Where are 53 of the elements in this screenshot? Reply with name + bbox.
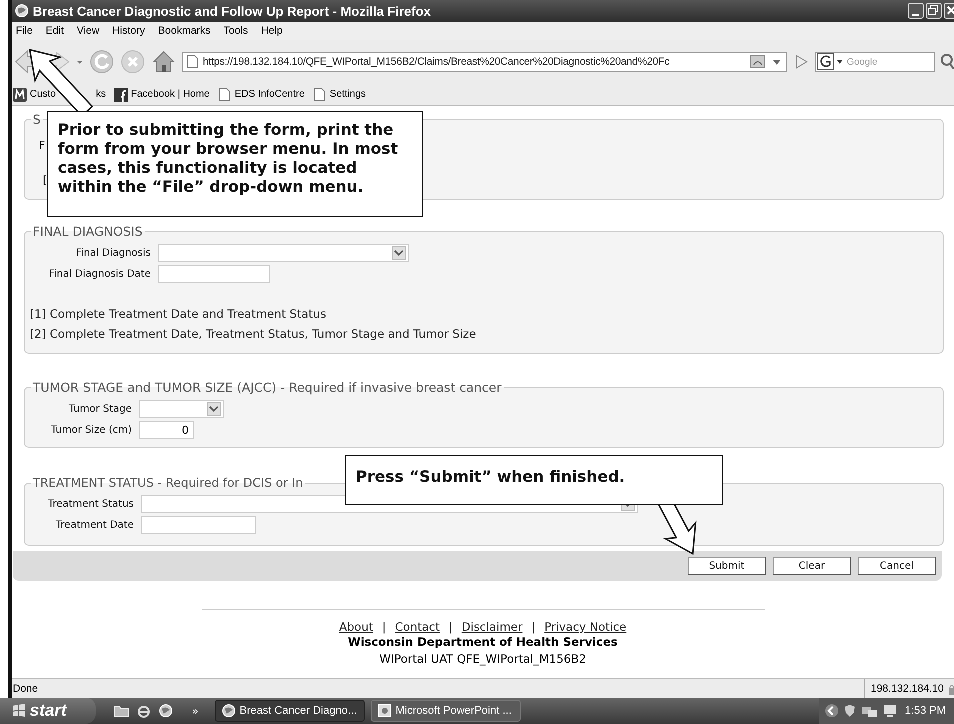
address-field[interactable]: https://198.132.184.10/QFE_WIPortal_M156B2/Claims/Breast%20Cancer%20Diagnostic%20and%20Fc bbox=[182, 52, 787, 72]
field-label: Tumor Size (cm) bbox=[50, 424, 132, 436]
note-text: [1] Complete Treatment Date and Treatment Status bbox=[30, 307, 326, 321]
footer-link[interactable]: Privacy Notice bbox=[544, 620, 627, 634]
note-text: [2] Complete Treatment Date, Treatment Status, Tumor Stage and Tumor Size bbox=[30, 327, 476, 341]
field-label: Treatment Status bbox=[47, 498, 134, 510]
search-placeholder: Google bbox=[847, 56, 878, 68]
field-label: Final Diagnosis Date bbox=[48, 268, 151, 280]
field-label: Treatment Date bbox=[55, 520, 134, 530]
instruction-tooltip: Press “Submit” when finished. bbox=[345, 455, 723, 505]
portal-version: WIPortal UAT QFE_WIPortal_M156B2 bbox=[380, 652, 586, 666]
section-legend: FINAL DIAGNOSIS bbox=[31, 224, 145, 239]
menu-item[interactable]: History bbox=[110, 25, 152, 37]
separator-text: | bbox=[532, 620, 536, 634]
menu-item[interactable]: Help bbox=[259, 25, 289, 37]
field-value: 0 bbox=[182, 424, 189, 436]
menu-item[interactable]: View bbox=[75, 25, 106, 37]
section-legend: TUMOR STAGE and TUMOR SIZE (AJCC) - Required if invasive breast cancer bbox=[31, 380, 504, 395]
footer-link[interactable]: Disclaimer bbox=[462, 620, 523, 634]
field-label: [ bbox=[43, 174, 48, 187]
separator-text: | bbox=[382, 620, 386, 634]
organization-name: Wisconsin Department of Health Services bbox=[348, 635, 618, 649]
separator-text: | bbox=[449, 620, 453, 634]
section-legend: S bbox=[31, 112, 43, 127]
more-chevron[interactable]: » bbox=[192, 704, 199, 718]
field-label: Tumor Stage bbox=[68, 404, 132, 414]
menu-item[interactable]: File bbox=[14, 25, 39, 37]
instruction-tooltip: Prior to submitting the form, print the form from your browser menu. In most cases, this functionality is located within the “File” drop-down menu. bbox=[47, 111, 423, 217]
clock-text: 1:53 PM bbox=[905, 705, 946, 717]
footer-link[interactable]: Contact bbox=[395, 620, 440, 634]
form-button[interactable]: Clear bbox=[773, 557, 851, 575]
menu-item[interactable]: Edit bbox=[44, 25, 70, 37]
taskbar-button[interactable]: Microsoft PowerPoint ... bbox=[370, 700, 521, 722]
start-button[interactable]: start bbox=[0, 698, 96, 724]
taskbar-button[interactable]: Breast Cancer Diagno... bbox=[214, 700, 365, 722]
form-button[interactable]: Cancel bbox=[858, 557, 936, 575]
section-legend: TREATMENT STATUS - Required for DCIS or In bbox=[31, 476, 306, 490]
url-text: https://198.132.184.10/QFE_WIPortal_M156B2/Claims/Breast%20Cancer%20Diagnostic%20and%20Fc bbox=[203, 56, 671, 68]
window-title: Breast Cancer Diagnostic and Follow Up Report - Mozilla Firefox bbox=[33, 4, 432, 18]
input-field[interactable]: 0 bbox=[139, 421, 194, 439]
bookmark-label[interactable]: Custo bbox=[30, 89, 56, 100]
host-text: 198.132.184.10 bbox=[871, 682, 944, 694]
field-label: F bbox=[39, 139, 46, 152]
bookmark-label[interactable]: Settings bbox=[330, 89, 366, 100]
footer-link[interactable]: About bbox=[339, 620, 374, 634]
menu-item[interactable]: Bookmarks bbox=[156, 25, 217, 37]
field-label: Final Diagnosis bbox=[75, 248, 151, 258]
bookmark-label[interactable]: Facebook | Home bbox=[131, 89, 210, 100]
bookmark-label[interactable]: ks bbox=[96, 89, 106, 100]
status-text: Done bbox=[13, 682, 38, 694]
form-button[interactable]: Submit bbox=[688, 557, 766, 575]
bookmark-label[interactable]: EDS InfoCentre bbox=[234, 89, 305, 100]
menu-item[interactable]: Tools bbox=[222, 25, 254, 37]
